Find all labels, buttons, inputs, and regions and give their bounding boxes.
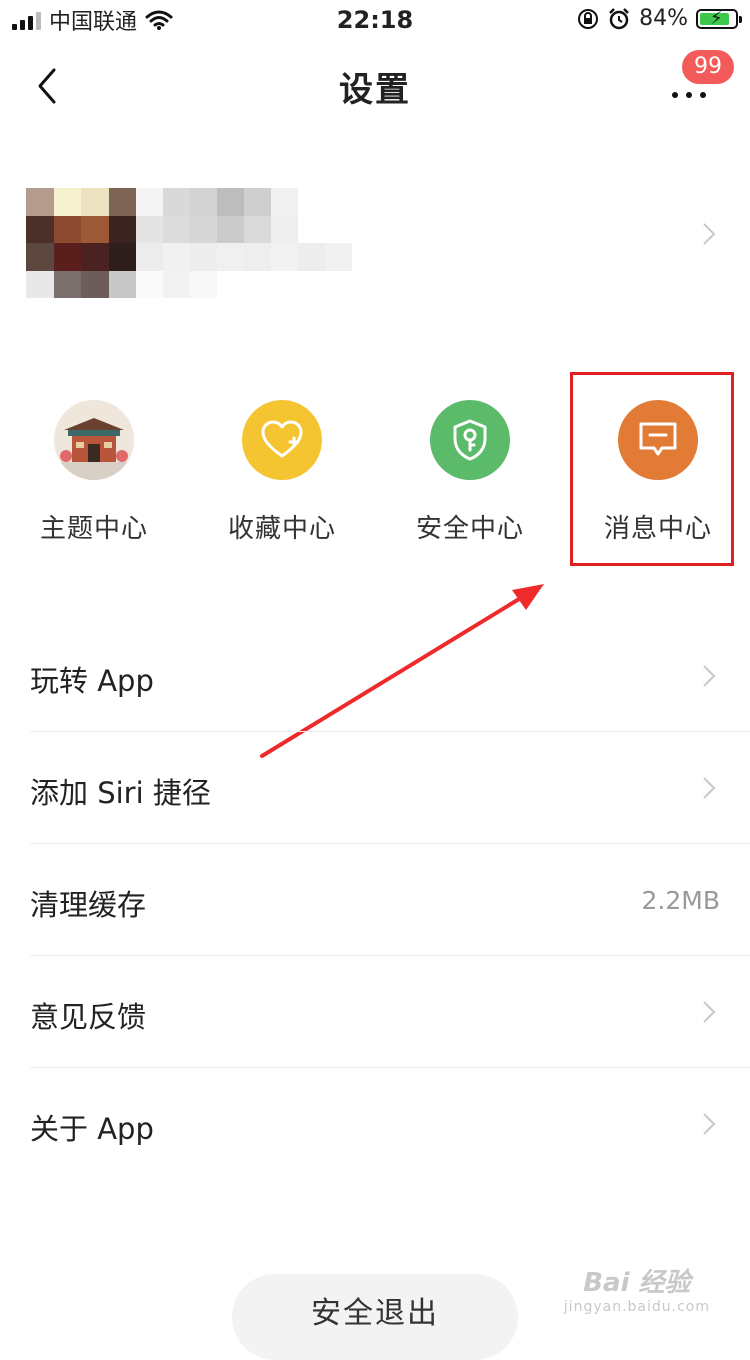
username-blurred [136, 188, 352, 298]
orientation-lock-icon [578, 8, 599, 29]
alarm-icon [609, 7, 629, 29]
theme-icon [54, 400, 134, 480]
settings-row-about-app[interactable]: 关于 App [0, 1068, 750, 1180]
more-dot-icon [700, 92, 706, 98]
battery-icon: ⚡ [696, 8, 742, 29]
notification-badge: 99 [682, 50, 734, 84]
battery-percent: 84% [639, 6, 688, 31]
highlight-box-annotation [570, 372, 734, 566]
settings-row-label: 关于 App [30, 1112, 154, 1146]
more-dot-icon [686, 92, 692, 98]
settings-row-label: 意见反馈 [30, 1000, 147, 1034]
logout-button[interactable]: 安全退出 [232, 1274, 518, 1360]
chevron-right-icon [703, 777, 716, 799]
more-dot-icon [672, 92, 678, 98]
cache-size-value: 2.2MB [641, 886, 720, 915]
settings-row-feedback[interactable]: 意见反馈 [0, 956, 750, 1068]
chevron-right-icon [703, 1113, 716, 1135]
qa-label-security: 安全中心 [415, 514, 524, 544]
baidu-jingyan-watermark: Bai 经验 jingyan.baidu.com [564, 1262, 710, 1315]
heart-icon [242, 400, 322, 480]
watermark-main: Bai 经验 [583, 1268, 691, 1298]
settings-row-label: 添加 Siri 捷径 [30, 776, 211, 810]
theme-center-button[interactable]: 主题中心 [0, 370, 188, 566]
settings-row-clear-cache[interactable]: 清理缓存 2.2MB [0, 844, 750, 956]
page-title: 设置 [339, 70, 411, 110]
favorites-center-button[interactable]: 收藏中心 [188, 370, 376, 566]
settings-list: 玩转 App 添加 Siri 捷径 清理缓存 2.2MB 意见反馈 关于 App [0, 620, 750, 1180]
avatar[interactable] [26, 188, 136, 298]
profile-row[interactable] [0, 170, 750, 310]
chevron-right-icon [703, 1001, 716, 1023]
status-right: 84% ⚡ [577, 6, 742, 31]
watermark-sub: jingyan.baidu.com [563, 1299, 710, 1315]
settings-row-label: 玩转 App [30, 664, 154, 698]
settings-row-play-app[interactable]: 玩转 App [0, 620, 750, 732]
settings-row-label: 清理缓存 [30, 888, 147, 922]
qa-label-favorites: 收藏中心 [227, 514, 336, 544]
settings-row-siri-shortcut[interactable]: 添加 Siri 捷径 [0, 732, 750, 844]
chevron-right-icon [703, 665, 716, 687]
chevron-right-icon [703, 223, 716, 245]
status-bar: 中国联通 22:18 84% ⚡ [0, 0, 750, 40]
security-center-button[interactable]: 安全中心 [376, 370, 564, 566]
qa-label-theme: 主题中心 [39, 514, 148, 544]
shield-key-icon [430, 400, 510, 480]
nav-bar: 设置 [0, 40, 750, 130]
